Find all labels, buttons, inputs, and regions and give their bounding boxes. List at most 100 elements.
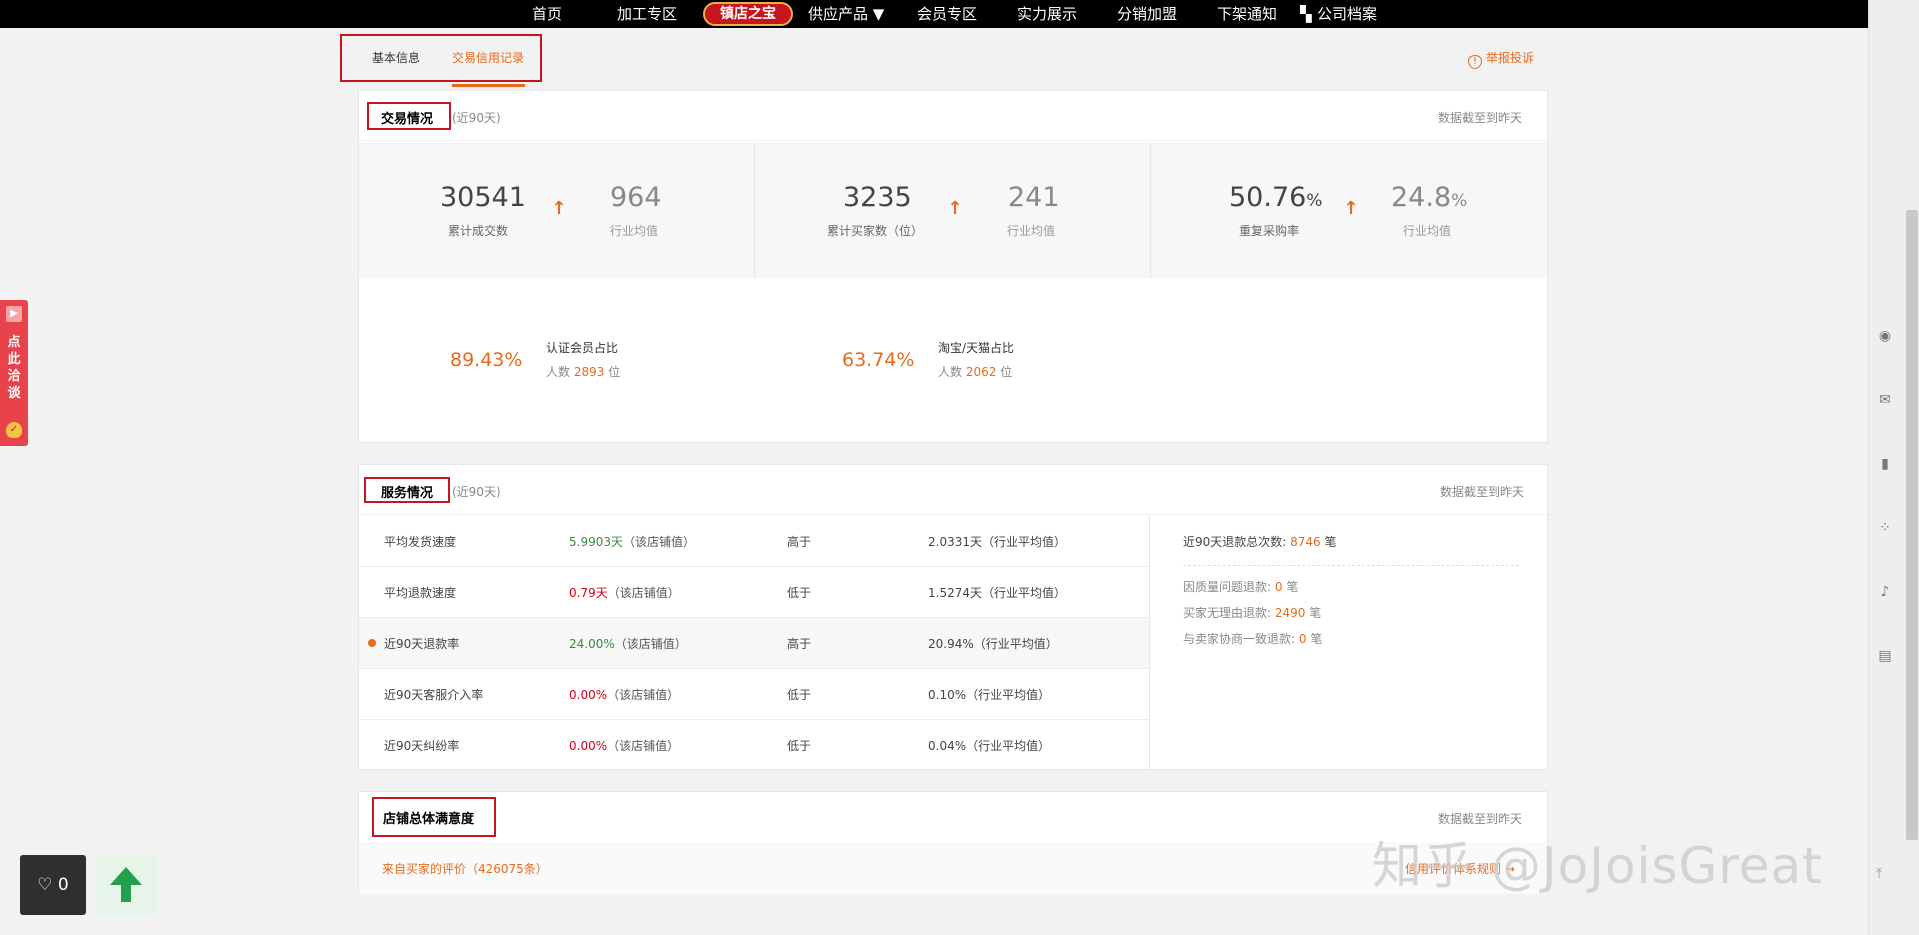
table-row: 平均发货速度 5.9903天（该店铺值） 高于 2.0331天（行业平均值）	[359, 516, 1149, 567]
transaction-panel: 交易情况 (近90天) 数据截至到昨天 30541 累计成交数 ↑ 964 行业…	[358, 90, 1548, 443]
metric-store-value: 0.00%（该店铺值）	[569, 686, 679, 703]
tab-basic-info[interactable]: 基本信息	[372, 49, 420, 66]
refund-value: 2490	[1274, 606, 1306, 620]
back-to-top-small-icon[interactable]: ⤒	[1876, 866, 1882, 882]
service-panel-header	[359, 465, 1547, 515]
tab-credit-record[interactable]: 交易信用记录	[452, 49, 524, 66]
store-value-note: （该店铺值）	[607, 586, 680, 600]
nav-strength[interactable]: 实力展示	[1017, 4, 1077, 24]
transaction-title: 交易情况	[381, 112, 434, 127]
taobao-tmall-pct: 63.74%	[842, 349, 915, 371]
up-arrow-icon: ↑	[1343, 198, 1359, 219]
nav-delist-notice[interactable]: 下架通知	[1217, 4, 1277, 24]
refund-value: 0	[1274, 580, 1283, 594]
dashed-divider	[1183, 565, 1519, 566]
count-prefix: 人数	[546, 365, 571, 379]
table-row: 近90天纠纷率 0.00%（该店铺值） 低于 0.04%（行业平均值）	[359, 720, 1149, 771]
notes-icon[interactable]: ▤	[1877, 648, 1893, 664]
metric-compare: 高于	[787, 637, 812, 651]
repurchase-industry-number: 24.8	[1391, 182, 1452, 213]
transaction-panel-header	[359, 91, 1547, 141]
refund-total-label: 近90天退款总次数:	[1183, 535, 1287, 549]
arrow-up-icon	[110, 867, 142, 885]
store-value: 0.79天	[569, 586, 608, 600]
chat-tab-label: 点此洽谈	[7, 335, 21, 401]
refund-value: 0	[1298, 632, 1307, 646]
refund-unit: 笔	[1309, 606, 1322, 620]
orders-industry-label: 行业均值	[610, 224, 659, 238]
store-value-note: （该店铺值）	[607, 688, 680, 702]
up-arrow-icon: ↑	[947, 198, 963, 219]
nav-distribution[interactable]: 分销加盟	[1117, 4, 1177, 24]
satisfaction-panel: 店铺总体满意度 数据截至到昨天 来自买家的评价（426075条） 信用评价体系规…	[358, 791, 1548, 894]
store-value-note: （该店铺值）	[614, 637, 687, 651]
scrollbar-thumb[interactable]	[1906, 210, 1918, 840]
highlight-dot-icon	[368, 639, 376, 647]
buyers-industry-label: 行业均值	[1007, 224, 1056, 238]
report-complaint-link[interactable]: ! 举报投诉	[1468, 49, 1534, 69]
count-value: 2062	[965, 365, 997, 379]
nav-processing[interactable]: 加工专区	[617, 4, 677, 24]
nav-company-archive-icon: ▚	[1300, 5, 1312, 23]
metric-name: 近90天客服介入率	[384, 688, 484, 702]
service-divider	[1149, 516, 1150, 771]
metric-name: 近90天纠纷率	[384, 739, 460, 753]
count-suffix: 位	[608, 365, 621, 379]
like-count: 0	[57, 875, 69, 895]
certified-member-pct: 89.43%	[450, 349, 523, 371]
like-button[interactable]: ♡ 0	[20, 855, 86, 915]
buyer-reviews-link[interactable]: 来自买家的评价（426075条）	[382, 860, 548, 877]
refund-label: 与卖家协商一致退款:	[1183, 632, 1296, 646]
metric-industry: 1.5274天（行业平均值）	[928, 586, 1066, 600]
up-arrow-icon: ↑	[551, 198, 567, 219]
repurchase-value: 50.76%	[1229, 182, 1322, 213]
repurchase-industry-avg: 24.8%	[1391, 182, 1467, 213]
bell-icon[interactable]: ♪	[1877, 584, 1893, 600]
orders-value: 30541	[440, 182, 526, 213]
top-nav: 首页 加工专区 镇店之宝 供应产品 ▼ 会员专区 实力展示 分销加盟 下架通知 …	[0, 0, 1868, 28]
satisfaction-title: 店铺总体满意度	[383, 812, 475, 827]
active-tab-underline	[452, 84, 525, 87]
nav-products[interactable]: 供应产品 ▼	[808, 4, 884, 24]
taobao-tmall-count: 人数 2062 位	[938, 363, 1012, 380]
metric-industry: 20.94%（行业平均值）	[928, 637, 1058, 651]
stat-cell-repurchase: 50.76% 重复采购率 ↑ 24.8% 行业均值	[1151, 142, 1547, 278]
orders-industry-avg: 964	[610, 182, 662, 213]
refund-total-unit: 笔	[1324, 535, 1337, 549]
buyers-label: 累计买家数（位）	[827, 224, 924, 238]
service-date-note: 数据截至到昨天	[1440, 485, 1525, 499]
store-value: 24.00%	[569, 637, 615, 651]
metric-store-value: 0.79天（该店铺值）	[569, 584, 680, 601]
bookmark-icon[interactable]: ▮	[1877, 456, 1893, 472]
chat-tab[interactable]: ▶ 点此洽谈 ✓	[0, 300, 28, 446]
nav-home[interactable]: 首页	[532, 4, 562, 24]
play-icon: ▶	[6, 306, 22, 322]
repurchase-industry-label: 行业均值	[1403, 224, 1452, 238]
repurchase-industry-unit: %	[1451, 191, 1468, 211]
certified-member-count: 人数 2893 位	[546, 363, 620, 380]
repurchase-unit: %	[1306, 191, 1323, 211]
store-value: 0.00%	[569, 688, 608, 702]
customer-service-icon[interactable]: ◉	[1877, 328, 1893, 344]
count-suffix: 位	[1000, 365, 1013, 379]
metric-compare: 低于	[787, 586, 812, 600]
refund-quality: 因质量问题退款: 0 笔	[1183, 578, 1298, 595]
store-value: 5.9903天	[569, 535, 623, 549]
refund-unit: 笔	[1286, 580, 1299, 594]
zhihu-watermark: 知乎 @JoJoisGreat	[1372, 837, 1823, 895]
report-complaint-label: 举报投诉	[1486, 51, 1535, 65]
metric-industry: 0.10%（行业平均值）	[928, 688, 1051, 702]
alert-icon: !	[1468, 55, 1482, 69]
satisfaction-date-note: 数据截至到昨天	[1438, 812, 1523, 826]
metric-industry: 2.0331天（行业平均值）	[928, 535, 1066, 549]
repurchase-number: 50.76	[1229, 182, 1307, 213]
mail-icon[interactable]: ✉	[1877, 392, 1893, 408]
heart-icon: ♡	[37, 875, 53, 895]
nav-company-archive[interactable]: 公司档案	[1317, 4, 1377, 24]
nav-members[interactable]: 会员专区	[917, 4, 977, 24]
metric-compare: 低于	[787, 688, 812, 702]
store-value: 0.00%	[569, 739, 608, 753]
footprint-icon[interactable]: ⁘	[1877, 520, 1893, 536]
scroll-to-top-button[interactable]	[95, 855, 157, 915]
nav-brand-badge[interactable]: 镇店之宝	[703, 2, 793, 26]
